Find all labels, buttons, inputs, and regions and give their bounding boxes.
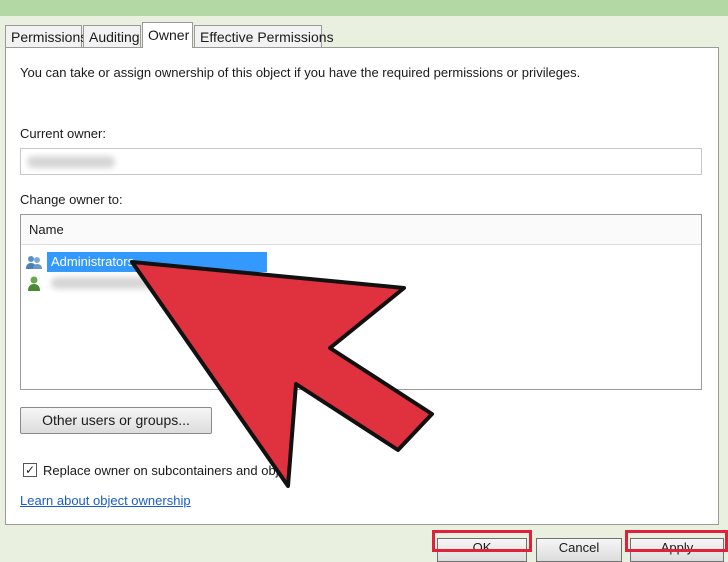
red-pointer-arrow <box>130 260 434 488</box>
tab-owner[interactable]: Owner <box>142 22 193 48</box>
